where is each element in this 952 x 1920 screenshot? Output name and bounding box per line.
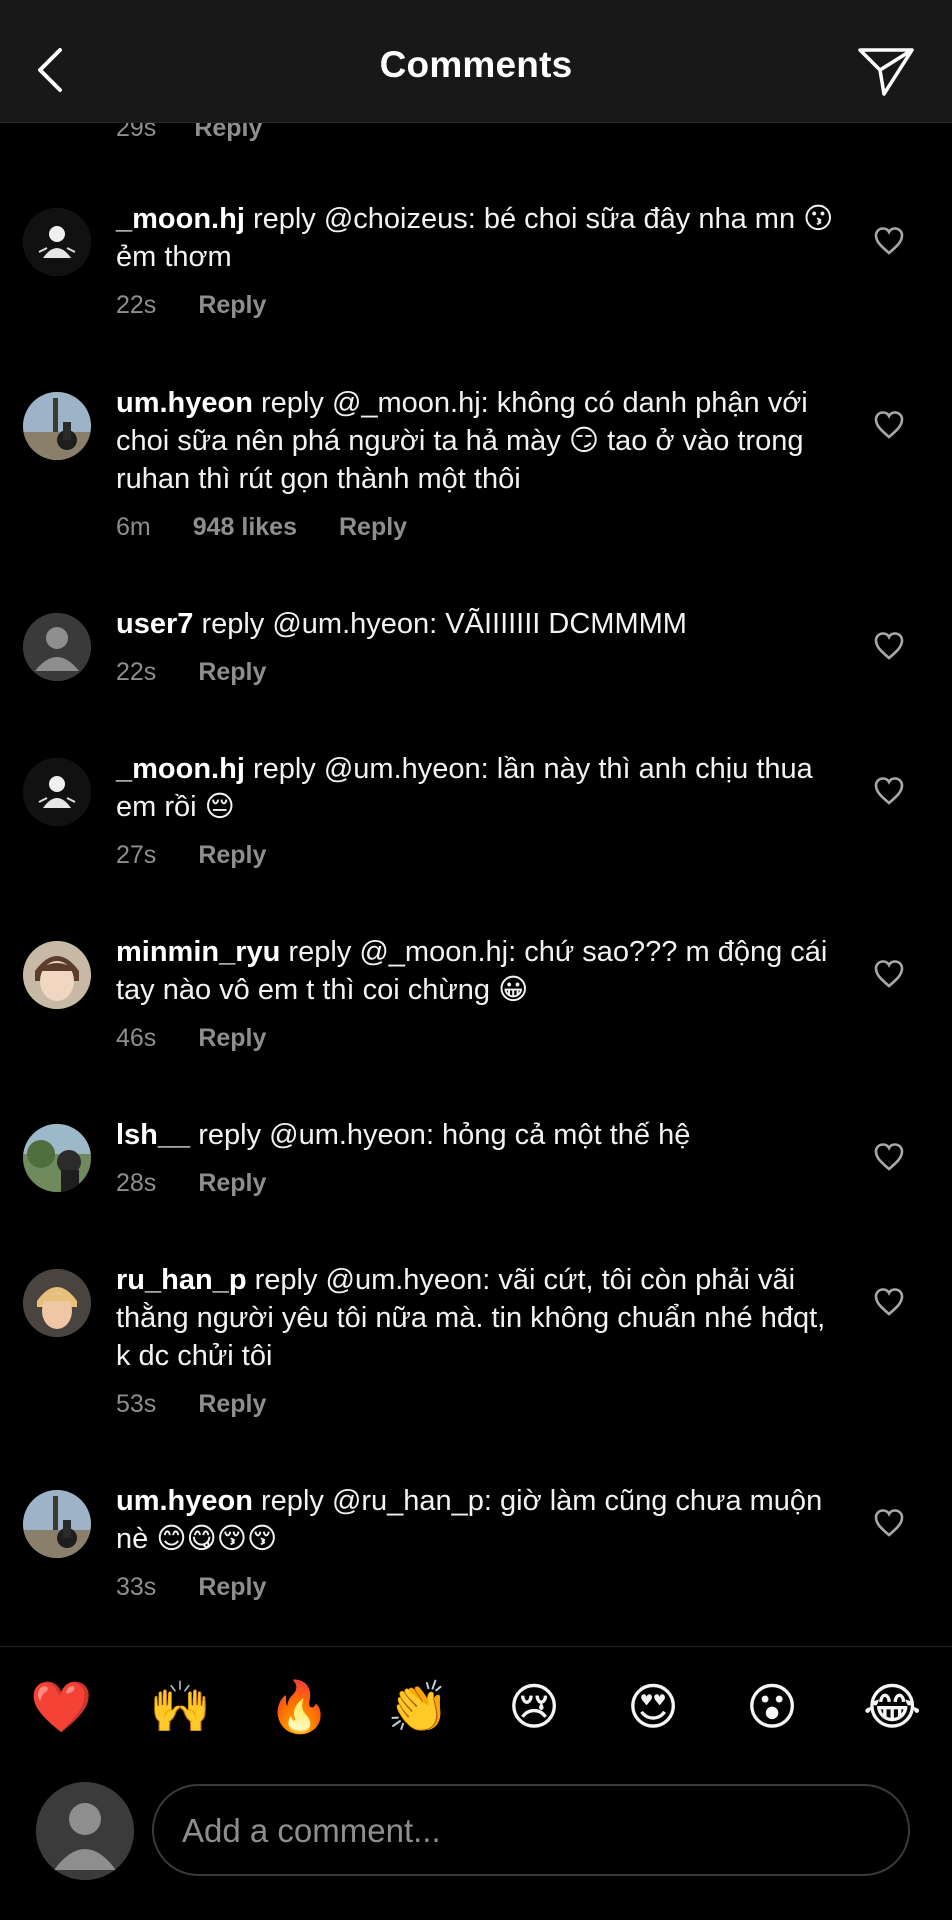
reply-button[interactable]: Reply: [198, 1573, 266, 1601]
comment-input[interactable]: Add a comment...: [152, 1784, 910, 1876]
comment-body: user7 reply @um.hyeon: VÃIIIIIII DCMMMM …: [116, 605, 836, 687]
comment-body: minmin_ryu reply @_moon.hj: chứ sao??? m…: [116, 933, 836, 1053]
comment-meta: 27s Reply: [116, 840, 836, 870]
comment-body: ru_han_p reply @um.hyeon: vãi cứt, tôi c…: [116, 1261, 836, 1419]
comment-body: um.hyeon reply @ru_han_p: giờ làm cũng c…: [116, 1482, 836, 1602]
comment-meta: 53s Reply: [116, 1389, 836, 1419]
comment-text: reply @um.hyeon: hỏng cả một thế hệ: [190, 1119, 691, 1151]
reply-button[interactable]: Reply: [198, 291, 266, 319]
reply-button[interactable]: Reply: [194, 122, 262, 142]
reply-button[interactable]: Reply: [198, 1390, 266, 1418]
comment-username[interactable]: um.hyeon: [116, 387, 253, 419]
comment-username[interactable]: ru_han_p: [116, 1264, 247, 1296]
emoji-heart-eyes-button[interactable]: 😍: [625, 1679, 681, 1735]
comment-meta-partial: 29s Reply: [116, 122, 262, 141]
comment-meta: 28s Reply: [116, 1168, 836, 1198]
comment-meta: 46s Reply: [116, 1023, 836, 1053]
avatar[interactable]: [23, 208, 91, 276]
comment-meta: 33s Reply: [116, 1572, 836, 1602]
comment-username[interactable]: _moon.hj: [116, 203, 245, 235]
share-button[interactable]: [856, 44, 916, 100]
heart-icon[interactable]: [872, 629, 906, 663]
comment-username[interactable]: _moon.hj: [116, 753, 245, 785]
avatar: [36, 1782, 134, 1880]
avatar[interactable]: [23, 1490, 91, 1558]
comment-input-placeholder: Add a comment...: [182, 1812, 441, 1849]
reply-button[interactable]: Reply: [198, 1024, 266, 1052]
comment-time: 28s: [116, 1169, 157, 1197]
likes-count[interactable]: 948 likes: [193, 513, 297, 541]
comment-time: 29s: [116, 122, 157, 142]
heart-icon[interactable]: [872, 1285, 906, 1319]
comment-meta: 22s Reply: [116, 657, 836, 687]
comment-username[interactable]: minmin_ryu: [116, 936, 280, 968]
comment-meta: 6m 948 likes Reply: [116, 512, 836, 542]
comment-username[interactable]: lsh__: [116, 1119, 190, 1151]
emoji-clapping-button[interactable]: 👏: [387, 1679, 449, 1735]
avatar[interactable]: [23, 1269, 91, 1337]
comment-time: 33s: [116, 1573, 157, 1601]
emoji-fire-button[interactable]: 🔥: [268, 1679, 330, 1735]
comment-time: 53s: [116, 1390, 157, 1418]
reply-button[interactable]: Reply: [339, 513, 407, 541]
avatar[interactable]: [23, 613, 91, 681]
comment-text: reply @um.hyeon: VÃIIIIIII DCMMMM: [193, 608, 687, 640]
comment-meta: 22s Reply: [116, 290, 836, 320]
page-title: Comments: [379, 44, 573, 85]
reply-button[interactable]: Reply: [198, 841, 266, 869]
heart-icon[interactable]: [872, 774, 906, 808]
heart-icon[interactable]: [872, 1140, 906, 1174]
comment-body: lsh__ reply @um.hyeon: hỏng cả một thế h…: [116, 1116, 836, 1198]
avatar[interactable]: [23, 392, 91, 460]
heart-icon[interactable]: [872, 957, 906, 991]
comment-body: _moon.hj reply @um.hyeon: lần này thì an…: [116, 750, 836, 870]
comment-username[interactable]: um.hyeon: [116, 1485, 253, 1517]
comment-body: _moon.hj reply @choizeus: bé choi sữa đâ…: [116, 200, 836, 320]
emoji-crying-button[interactable]: 😢: [506, 1679, 562, 1735]
avatar[interactable]: [23, 1124, 91, 1192]
comment-time: 6m: [116, 513, 151, 541]
comment-time: 22s: [116, 291, 157, 319]
comment-body: um.hyeon reply @_moon.hj: không có danh …: [116, 384, 836, 542]
emoji-surprised-button[interactable]: 😮: [744, 1679, 800, 1735]
comment-list[interactable]: 29s Reply _moon.hj reply @choizeus: bé ch…: [0, 122, 952, 1642]
comment-time: 22s: [116, 658, 157, 686]
avatar[interactable]: [23, 758, 91, 826]
reply-button[interactable]: Reply: [198, 1169, 266, 1197]
reply-button[interactable]: Reply: [198, 658, 266, 686]
heart-icon[interactable]: [872, 408, 906, 442]
comment-composer: Add a comment...: [0, 1770, 952, 1920]
heart-icon[interactable]: [872, 1506, 906, 1540]
comment-time: 46s: [116, 1024, 157, 1052]
comment-time: 27s: [116, 841, 157, 869]
emoji-raising-hands-button[interactable]: 🙌: [149, 1679, 211, 1735]
emoji-laughing-button[interactable]: 😂: [863, 1679, 921, 1735]
top-bar: Comments: [0, 0, 952, 123]
avatar[interactable]: [23, 941, 91, 1009]
paper-plane-icon: [858, 48, 914, 96]
emoji-heart-button[interactable]: ❤️: [30, 1679, 92, 1735]
comment-username[interactable]: user7: [116, 608, 193, 640]
emoji-quick-bar: ❤️ 🙌 🔥 👏 😢 😍 😮 😂: [0, 1646, 952, 1771]
heart-icon[interactable]: [872, 224, 906, 258]
